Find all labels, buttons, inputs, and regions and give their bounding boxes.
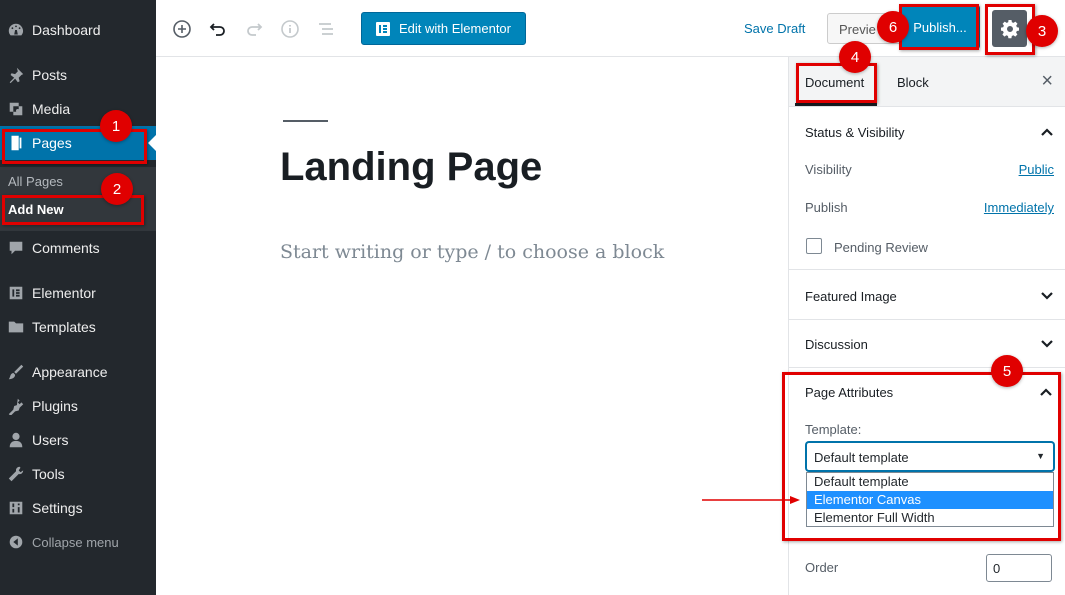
sidebar-item-label: Dashboard — [32, 22, 101, 38]
tab-block[interactable]: Block — [897, 75, 929, 90]
wrench-icon — [0, 465, 32, 483]
edit-with-elementor-label: Edit with Elementor — [399, 21, 511, 36]
discussion-section: Discussion — [789, 320, 1065, 368]
step-badge-3: 3 — [1026, 15, 1058, 47]
info-icon[interactable] — [279, 18, 301, 40]
active-tab-indicator — [795, 103, 877, 106]
chevron-up-icon[interactable] — [1040, 125, 1054, 139]
user-icon — [0, 431, 32, 449]
outline-icon[interactable] — [315, 18, 337, 40]
comment-icon — [0, 239, 32, 257]
collapse-icon — [0, 533, 32, 551]
status-visibility-section: Status & Visibility Visibility Public Pu… — [789, 107, 1065, 270]
sidebar-item-label: Posts — [32, 67, 68, 83]
elementor-icon — [0, 284, 32, 302]
save-draft-button[interactable]: Save Draft — [744, 21, 805, 36]
undo-icon[interactable] — [207, 18, 229, 40]
chevron-down-icon[interactable] — [1040, 289, 1054, 303]
order-input[interactable]: 0 — [986, 554, 1052, 582]
red-arrow-icon — [702, 496, 800, 504]
step-badge-1: 1 — [100, 110, 132, 142]
sidebar-item-tools[interactable]: Tools — [0, 457, 156, 491]
edit-with-elementor-button[interactable]: Edit with Elementor — [361, 12, 526, 45]
highlight-page-attributes — [782, 372, 1061, 541]
sidebar-item-label: Settings — [32, 500, 83, 516]
step-badge-4: 4 — [839, 41, 871, 73]
chevron-down-icon[interactable] — [1040, 337, 1054, 351]
block-placeholder[interactable]: Start writing or type / to choose a bloc… — [280, 241, 664, 263]
sidebar-item-appearance[interactable]: Appearance — [0, 355, 156, 389]
highlight-publish — [899, 4, 979, 50]
sidebar-item-settings[interactable]: Settings — [0, 491, 156, 525]
step-badge-5: 5 — [991, 355, 1023, 387]
sidebar-item-elementor[interactable]: Elementor — [0, 276, 156, 310]
elementor-icon — [376, 21, 390, 36]
visibility-label: Visibility — [805, 162, 852, 177]
close-icon[interactable]: × — [1041, 70, 1053, 93]
sidebar-item-label: Appearance — [32, 364, 108, 380]
sidebar-item-users[interactable]: Users — [0, 423, 156, 457]
sidebar-item-label: Tools — [32, 466, 65, 482]
media-icon — [0, 100, 32, 118]
plug-icon — [0, 397, 32, 415]
pending-review-checkbox[interactable] — [806, 238, 822, 254]
pending-review-label: Pending Review — [834, 240, 928, 255]
dashboard-icon — [0, 21, 32, 39]
folder-icon — [0, 318, 32, 336]
settings-icon — [0, 499, 32, 517]
sidebar-item-comments[interactable]: Comments — [0, 231, 156, 265]
brush-icon — [0, 363, 32, 381]
order-label: Order — [805, 560, 839, 575]
sidebar-item-label: Comments — [32, 240, 100, 256]
post-title[interactable]: Landing Page — [280, 145, 542, 190]
sidebar-item-label: Users — [32, 432, 69, 448]
add-block-icon[interactable] — [171, 18, 193, 40]
pin-icon — [0, 66, 32, 84]
sidebar-item-label: Elementor — [32, 285, 96, 301]
title-separator — [283, 120, 328, 122]
step-badge-2: 2 — [101, 173, 133, 205]
sidebar-item-plugins[interactable]: Plugins — [0, 389, 156, 423]
sidebar-item-templates[interactable]: Templates — [0, 310, 156, 344]
publish-date-link[interactable]: Immediately — [984, 200, 1054, 215]
redo-icon[interactable] — [243, 18, 265, 40]
sidebar-item-posts[interactable]: Posts — [0, 58, 156, 92]
submenu-all-pages[interactable]: All Pages — [8, 174, 63, 189]
step-badge-6: 6 — [877, 11, 909, 43]
collapse-label: Collapse menu — [32, 534, 119, 550]
collapse-menu-button[interactable]: Collapse menu — [0, 525, 156, 559]
sidebar-item-dashboard[interactable]: Dashboard — [0, 13, 156, 47]
sidebar-item-label: Plugins — [32, 398, 78, 414]
discussion-title[interactable]: Discussion — [805, 337, 868, 352]
admin-sidebar: Dashboard Posts Media Pages All Pages Ad… — [0, 0, 156, 595]
sidebar-item-label: Media — [32, 101, 71, 117]
publish-label: Publish — [805, 200, 848, 215]
status-visibility-title[interactable]: Status & Visibility — [805, 125, 904, 140]
sidebar-item-label: Templates — [32, 319, 96, 335]
featured-image-title[interactable]: Featured Image — [805, 289, 897, 304]
sidebar-item-media[interactable]: Media — [0, 92, 156, 126]
featured-image-section: Featured Image — [789, 270, 1065, 320]
visibility-link[interactable]: Public — [1019, 162, 1054, 177]
